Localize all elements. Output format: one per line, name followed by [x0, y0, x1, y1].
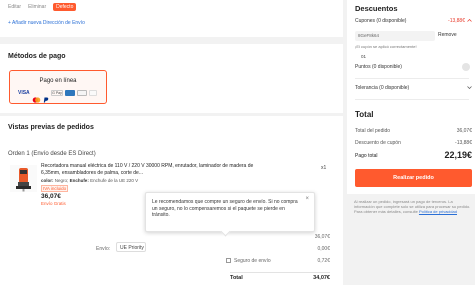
coupon-success-note: ¡El cupón se aplicó correctamente!	[355, 44, 417, 49]
order-total-summary-value: 36,07€	[456, 128, 472, 134]
shipping-cost-value: 0,00€	[317, 246, 330, 252]
insurance-row: Seguro de envío 0,72€	[234, 258, 330, 264]
coupons-label: Cupones (0 disponible)	[355, 18, 407, 24]
total-title: Total	[355, 110, 374, 119]
order-total-row: Total 34,07€	[230, 272, 330, 281]
insurance-value: 0,72€	[317, 258, 330, 264]
card-icon-2	[89, 90, 97, 96]
plug-value: Enchufe de la UE 220 V	[90, 178, 139, 183]
default-badge: Defecto	[53, 3, 77, 11]
shipping-method-select[interactable]: UE Priority	[116, 242, 146, 252]
tolerance-label: Tolerancia (0 disponible)	[355, 85, 410, 91]
place-order-button[interactable]: Realizar pedido	[355, 169, 472, 187]
privacy-policy-link[interactable]: Política de privacidad	[419, 209, 457, 214]
chevron-down-icon[interactable]	[467, 85, 472, 92]
coupon-code-input[interactable]: 8GeF8k64	[355, 31, 435, 41]
plug-label: Enchufe:	[69, 178, 89, 183]
product-image[interactable]	[10, 165, 37, 192]
remove-coupon-button[interactable]: Remove	[438, 32, 457, 38]
paypal-icon	[43, 90, 49, 103]
order-total-value: 34,07€	[313, 275, 330, 281]
free-shipping-label: Envío Gratis	[41, 201, 66, 206]
gpay-icon: G Pay	[51, 90, 63, 96]
card-icon	[77, 90, 87, 96]
tolerance-row[interactable]: Tolerancia (0 disponible)	[355, 85, 472, 91]
coupons-row[interactable]: Cupones (0 disponible) -13,88€	[355, 18, 472, 24]
online-payment-option[interactable]: Pago en línea VISA G Pay	[9, 70, 107, 104]
product-attributes: color: Negro; Enchufe: Enchufe de la UE …	[41, 178, 139, 183]
product-quantity: x1	[321, 165, 327, 171]
color-label: color:	[41, 178, 54, 183]
divider	[355, 99, 469, 100]
payment-total-value: 22,19€	[444, 150, 472, 160]
order-previews-title: Vistas previas de pedidos	[8, 124, 94, 131]
product-price: 36,07€	[41, 193, 61, 200]
order-total-summary-row: Total del pedido 36,07€	[355, 128, 472, 134]
close-icon[interactable]: ×	[305, 196, 309, 202]
address-card: Editar Eliminar Defecto + Añadir nueva D…	[0, 0, 343, 37]
order-total-label: Total	[230, 275, 243, 281]
legal-notice: Al realizar un pedido, ingresará un pago…	[354, 199, 472, 215]
delete-address-link[interactable]: Eliminar	[28, 4, 46, 10]
shipping-method-label: Envío:	[96, 246, 111, 252]
iva-tag: IVA incluido	[41, 185, 69, 192]
coupon-discount-value: -13,88€	[455, 140, 472, 146]
insurance-label: Seguro de envío	[234, 258, 271, 264]
product-name[interactable]: Recortadora manual eléctrica de 110 V / …	[41, 163, 273, 176]
payment-methods-title: Métodos de pago	[8, 53, 66, 60]
order-title: Orden 1 (Envío desde ES Direct)	[8, 151, 96, 157]
mastercard-icon	[32, 90, 41, 103]
order-total-summary-label: Total del pedido	[355, 128, 391, 134]
card-logos: VISA G Pay	[18, 90, 97, 103]
points-toggle[interactable]	[462, 63, 470, 71]
edit-address-link[interactable]: Editar	[8, 4, 21, 10]
payment-total-label: Pago total	[355, 153, 378, 159]
insurance-tooltip: Le recomendamos que compre un seguro de …	[145, 192, 315, 237]
coupon-discount-label: Descuento de cupón	[355, 140, 401, 146]
subtotal-value: 36,07€	[314, 234, 330, 240]
add-address-link[interactable]: + Añadir nueva Dirección de Envío	[8, 20, 85, 26]
checkout-page: Editar Eliminar Defecto + Añadir nueva D…	[0, 0, 475, 285]
discounts-title: Descuentos	[355, 4, 398, 13]
visa-icon: VISA	[18, 90, 30, 96]
amex-icon	[65, 90, 75, 96]
chevron-up-icon[interactable]	[467, 18, 472, 25]
payment-methods-card: Métodos de pago Pago en línea VISA G Pay	[0, 44, 343, 113]
coupons-value: -13,88€	[448, 18, 465, 24]
coupon-discount-row: Descuento de cupón -13,88€	[355, 140, 472, 146]
color-value: Negro	[54, 178, 68, 183]
online-payment-label: Pago en línea	[39, 78, 77, 84]
summary-panel: Descuentos Cupones (0 disponible) -13,88…	[347, 0, 475, 194]
points-label: Puntos (0 disponible)	[355, 64, 402, 70]
divider	[355, 78, 469, 79]
applied-coupon-code: 01	[361, 54, 367, 59]
payment-total-row: Pago total 22,19€	[355, 150, 472, 160]
tooltip-text: Le recomendamos que compre un seguro de …	[152, 199, 298, 218]
insurance-checkbox[interactable]	[226, 258, 231, 263]
address-actions: Editar Eliminar Defecto	[8, 3, 77, 11]
